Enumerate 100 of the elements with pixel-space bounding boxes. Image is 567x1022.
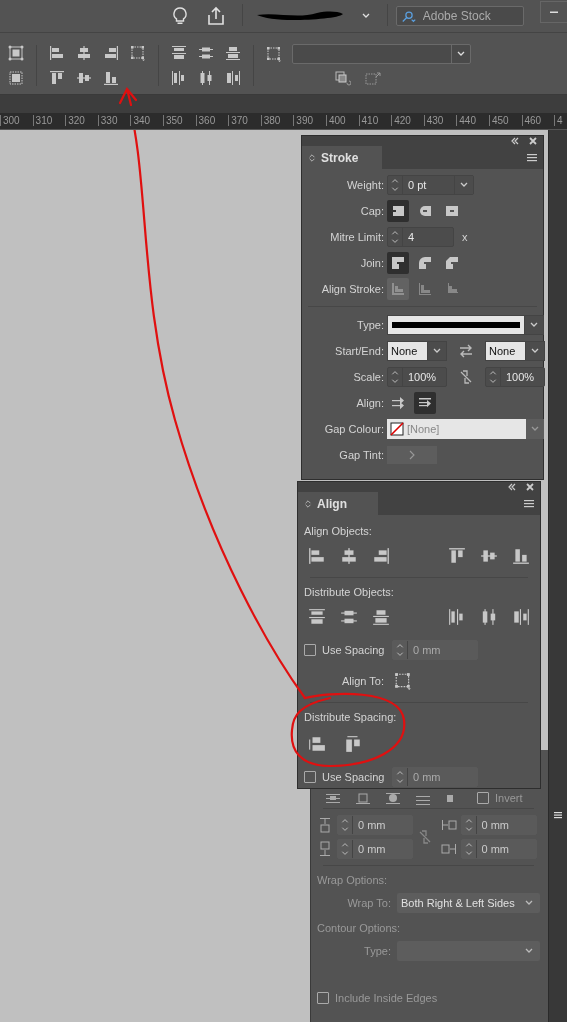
distribute-horizontal-center-icon[interactable] <box>198 69 214 86</box>
distribute-top-icon[interactable] <box>308 608 326 626</box>
join-option[interactable] <box>387 252 409 274</box>
distribute-bottom-icon[interactable] <box>225 45 241 62</box>
distribute-top-icon[interactable] <box>171 45 187 62</box>
align-right-icon[interactable] <box>103 45 119 62</box>
align-to-selection-icon[interactable] <box>394 672 412 690</box>
invert-checkbox[interactable]: Invert <box>477 792 540 804</box>
distribute-horizontal-center-icon[interactable] <box>480 608 498 626</box>
distribute-right-icon[interactable] <box>512 608 530 626</box>
align-bottom-icon[interactable] <box>103 69 119 86</box>
close-icon[interactable] <box>529 137 537 145</box>
align-horizontal-center-icon[interactable] <box>76 45 92 62</box>
spacing-field[interactable]: 0 mm <box>392 767 478 787</box>
ruler-label: 350 <box>162 115 196 126</box>
mitre-limit-field[interactable]: 4 <box>387 227 454 247</box>
align-right-icon[interactable] <box>372 547 390 565</box>
field-label: Scale: <box>352 371 384 383</box>
wrap-to-dropdown[interactable]: Both Right & Left Sides <box>397 893 540 913</box>
distribute-vertical-center-icon[interactable] <box>340 608 358 626</box>
distribute-vertical-space-icon[interactable] <box>308 735 326 753</box>
distribute-left-icon[interactable] <box>448 608 466 626</box>
field-label: Align To: <box>342 675 384 687</box>
swap-icon[interactable] <box>458 343 474 359</box>
weight-field[interactable]: 0 pt <box>387 175 474 195</box>
end-scale-field[interactable]: 100% <box>485 367 545 387</box>
field-label: Wrap To: <box>346 897 391 909</box>
minimize-button[interactable] <box>539 1 567 23</box>
arrow-icon <box>390 395 406 411</box>
reference-point-icon[interactable] <box>266 46 282 63</box>
ruler-label: 300 <box>0 115 33 126</box>
menu-icon[interactable] <box>527 152 537 163</box>
start-scale-field[interactable]: 100% <box>387 367 447 387</box>
align-vertical-center-icon[interactable] <box>480 547 498 565</box>
lightbulb-icon[interactable] <box>170 6 190 26</box>
collapse-icon[interactable] <box>511 137 519 145</box>
close-icon[interactable] <box>526 483 534 491</box>
select-content-icon[interactable] <box>8 69 24 86</box>
frame-selection-icon[interactable] <box>130 45 146 62</box>
join-icon <box>417 255 433 271</box>
ruler-label: 360 <box>195 115 229 126</box>
panel-tab[interactable]: Stroke <box>302 146 382 169</box>
wrap-bounding-box-icon[interactable] <box>355 790 371 806</box>
panel-tab[interactable]: Align <box>298 492 378 515</box>
unlinked-chain-icon[interactable] <box>458 369 474 385</box>
section-label: Align Objects: <box>304 524 373 539</box>
use-spacing-checkbox[interactable]: Use Spacing <box>304 644 384 656</box>
ruler-label: 440 <box>456 115 489 126</box>
collapse-icon[interactable] <box>508 483 516 491</box>
start-dropdown[interactable]: None <box>387 341 447 361</box>
end-dropdown[interactable]: None <box>485 341 545 361</box>
menu-icon[interactable] <box>553 810 563 820</box>
gap-colour-dropdown[interactable]: [None] <box>387 419 544 439</box>
spacing-field[interactable]: 0 mm <box>392 640 478 660</box>
section-label: Contour Options: <box>317 921 402 936</box>
gap-tint-field[interactable] <box>387 446 437 464</box>
field-label: Weight: <box>345 179 384 191</box>
bottom-offset-field[interactable]: 0 mm <box>337 839 413 859</box>
distribute-bottom-icon[interactable] <box>372 608 390 626</box>
field-label: Join: <box>359 257 384 269</box>
include-inside-edges-checkbox[interactable]: Include Inside Edges <box>317 992 540 1004</box>
distribute-vertical-center-icon[interactable] <box>198 45 214 62</box>
share-icon[interactable] <box>206 6 226 26</box>
menu-icon[interactable] <box>524 498 534 509</box>
distribute-horizontal-space-icon[interactable] <box>344 735 362 753</box>
top-offset-field[interactable]: 0 mm <box>337 815 413 835</box>
left-offset-icon <box>440 817 457 833</box>
layers-icon[interactable] <box>335 70 351 87</box>
cap-option[interactable] <box>387 200 409 222</box>
ruler-label: 450 <box>488 115 522 126</box>
stroke-type-dropdown[interactable] <box>387 315 544 335</box>
align-left-icon[interactable] <box>308 547 326 565</box>
align-horizontal-center-icon[interactable] <box>340 547 358 565</box>
field-label: Gap Colour: <box>323 423 384 435</box>
bottom-offset-icon <box>317 841 333 857</box>
top-offset-icon <box>317 817 333 833</box>
left-offset-field[interactable]: 0 mm <box>460 815 537 835</box>
align-top-icon[interactable] <box>448 547 466 565</box>
align-top-icon[interactable] <box>49 69 65 86</box>
ruler-label: 410 <box>358 115 392 126</box>
expand-collapse-icon <box>304 499 312 508</box>
ruler-label: 370 <box>228 115 261 126</box>
use-spacing-checkbox[interactable]: Use Spacing <box>304 771 384 783</box>
stroke-position-icon <box>390 281 406 297</box>
jump-column-icon[interactable] <box>445 793 455 803</box>
right-offset-icon <box>440 841 457 857</box>
ruler-label: 380 <box>260 115 294 126</box>
distribute-left-icon[interactable] <box>171 69 187 86</box>
ruler-label: 430 <box>423 115 457 126</box>
join-icon <box>444 255 460 271</box>
right-offset-field[interactable]: 0 mm <box>460 839 537 859</box>
arrow-align-option[interactable] <box>414 392 436 414</box>
distribute-right-icon[interactable] <box>225 69 241 86</box>
wrap-shape-icon[interactable] <box>385 790 401 806</box>
expand-collapse-icon <box>308 153 316 162</box>
align-bottom-icon[interactable] <box>512 547 530 565</box>
align-left-icon[interactable] <box>49 45 65 62</box>
select-container-icon[interactable] <box>8 45 24 62</box>
search-field[interactable]: Adobe Stock <box>395 6 524 26</box>
join-icon <box>390 255 406 271</box>
